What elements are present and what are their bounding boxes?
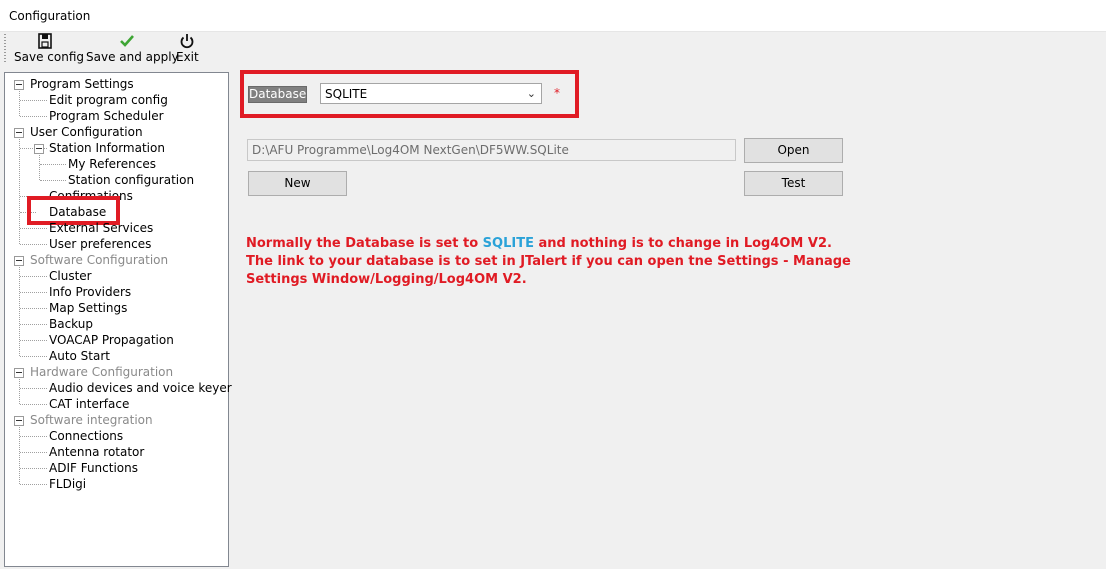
tree-item[interactable]: Hardware Configuration xyxy=(30,365,173,379)
note-line-1-end: and nothing is to change in Log4OM V2. xyxy=(533,236,832,251)
tree-item[interactable]: Map Settings xyxy=(49,301,127,315)
settings-tree[interactable]: Program Settings Edit program config Progr… xyxy=(4,72,232,567)
note-highlight-sqlite: SQLITE xyxy=(482,236,534,251)
tree-item[interactable]: ADIF Functions xyxy=(49,461,138,475)
tree-connector xyxy=(20,436,47,437)
tree-connector xyxy=(20,292,47,293)
tree-connector xyxy=(19,89,20,116)
save-and-apply-button[interactable]: Save and apply xyxy=(86,33,179,67)
tree-connector xyxy=(39,153,40,180)
note-line-2: The link to your database is to set in J… xyxy=(246,254,851,269)
collapse-toggle-icon[interactable] xyxy=(34,144,44,154)
tree-connector xyxy=(20,356,47,357)
exit-button[interactable]: Exit xyxy=(176,33,199,67)
tree-item[interactable]: Software integration xyxy=(30,413,153,427)
collapse-toggle-icon[interactable] xyxy=(14,80,24,90)
tree-connector xyxy=(19,265,20,356)
save-config-button[interactable]: Save config xyxy=(14,33,84,67)
tree-connector xyxy=(20,276,47,277)
floppy-disk-icon xyxy=(38,33,52,49)
tree-item[interactable]: Info Providers xyxy=(49,285,131,299)
tree-connector xyxy=(20,228,47,229)
title-bar: Configuration xyxy=(0,0,1106,32)
collapse-toggle-icon[interactable] xyxy=(14,368,24,378)
tree-connector xyxy=(20,404,47,405)
database-label: Database xyxy=(248,86,307,103)
tree-connector xyxy=(20,308,47,309)
required-marker: * xyxy=(554,86,560,100)
tree-connector xyxy=(20,388,47,389)
tree-connector xyxy=(40,164,66,165)
tree-connector xyxy=(20,324,47,325)
tree-item[interactable]: My References xyxy=(68,157,156,171)
toolbar-grip[interactable] xyxy=(4,34,6,64)
save-config-label: Save config xyxy=(14,50,84,64)
tree-connector xyxy=(20,116,47,117)
tree-item[interactable]: Software Configuration xyxy=(30,253,168,267)
collapse-toggle-icon[interactable] xyxy=(14,416,24,426)
save-and-apply-label: Save and apply xyxy=(86,50,179,64)
tree-item[interactable]: Edit program config xyxy=(49,93,168,107)
tree-item[interactable]: Backup xyxy=(49,317,93,331)
tree-item[interactable]: Station configuration xyxy=(68,173,194,187)
note-line-1: Normally the Database is set to SQLITE a… xyxy=(246,235,866,253)
new-button[interactable]: New xyxy=(248,171,347,196)
chevron-down-icon: ⌄ xyxy=(526,87,536,100)
window-title: Configuration xyxy=(9,9,91,23)
tree-item[interactable]: User Configuration xyxy=(30,125,143,139)
tree-connector xyxy=(20,452,47,453)
annotation-note: Normally the Database is set to SQLITE a… xyxy=(246,235,866,289)
tree-item[interactable]: VOACAP Propagation xyxy=(49,333,174,347)
tree-item[interactable]: User preferences xyxy=(49,237,151,251)
tree-connector xyxy=(20,244,47,245)
exit-label: Exit xyxy=(176,50,199,64)
tree-connector xyxy=(20,484,47,485)
tree-item[interactable]: Cluster xyxy=(49,269,92,283)
tree-item[interactable]: External Services xyxy=(49,221,153,235)
tree-connector xyxy=(20,468,47,469)
tree-item[interactable]: CAT interface xyxy=(49,397,129,411)
tree-connector xyxy=(20,340,47,341)
tree-item[interactable]: Auto Start xyxy=(49,349,110,363)
tree-item[interactable]: FLDigi xyxy=(49,477,86,491)
power-icon xyxy=(180,34,194,49)
tree-connector xyxy=(19,425,20,484)
note-line-3: Settings Window/Logging/Log4OM V2. xyxy=(246,272,527,287)
tree-connector xyxy=(20,100,47,101)
database-path-field[interactable]: D:\AFU Programme\Log4OM NextGen\DF5WW.SQ… xyxy=(247,139,736,161)
collapse-toggle-icon[interactable] xyxy=(14,256,24,266)
database-type-value: SQLITE xyxy=(325,87,368,101)
tree-item[interactable]: Audio devices and voice keyer xyxy=(49,381,232,395)
collapse-toggle-icon[interactable] xyxy=(14,128,24,138)
database-type-select[interactable]: SQLITE ⌄ xyxy=(320,83,542,104)
test-button[interactable]: Test xyxy=(744,171,843,196)
tree-connector xyxy=(19,377,20,404)
tree-item[interactable]: Antenna rotator xyxy=(49,445,144,459)
tree-item[interactable]: Station Information xyxy=(49,141,165,155)
toolbar: Save config Save and apply Exit xyxy=(0,31,1106,69)
tree-item[interactable]: Connections xyxy=(49,429,123,443)
tree-item[interactable]: Program Scheduler xyxy=(49,109,164,123)
tree-item[interactable]: Program Settings xyxy=(30,77,134,91)
tree-connector xyxy=(40,180,66,181)
open-button[interactable]: Open xyxy=(744,138,843,163)
check-icon xyxy=(120,35,134,47)
note-line-1-start: Normally the Database is set to xyxy=(246,236,483,251)
